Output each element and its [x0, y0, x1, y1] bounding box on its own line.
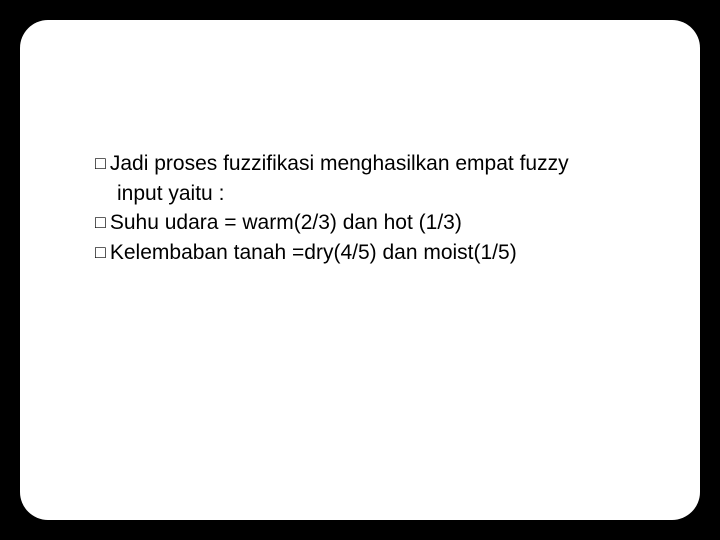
bullet-continuation: input yaitu :: [95, 180, 640, 208]
bullet-text: Kelembaban tanah =dry(4/5) dan moist(1/5…: [110, 239, 640, 267]
bullet-marker-icon: □: [95, 209, 106, 236]
bullet-text: Suhu udara = warm(2/3) dan hot (1/3): [110, 209, 640, 237]
list-item: □ Jadi proses fuzzifikasi menghasilkan e…: [95, 150, 640, 178]
slide-container: □ Jadi proses fuzzifikasi menghasilkan e…: [20, 20, 700, 520]
list-item: □ Kelembaban tanah =dry(4/5) dan moist(1…: [95, 239, 640, 267]
list-item: □ Suhu udara = warm(2/3) dan hot (1/3): [95, 209, 640, 237]
bullet-marker-icon: □: [95, 150, 106, 177]
bullet-text: Jadi proses fuzzifikasi menghasilkan emp…: [110, 150, 640, 178]
bullet-marker-icon: □: [95, 239, 106, 266]
content-area: □ Jadi proses fuzzifikasi menghasilkan e…: [95, 150, 640, 267]
